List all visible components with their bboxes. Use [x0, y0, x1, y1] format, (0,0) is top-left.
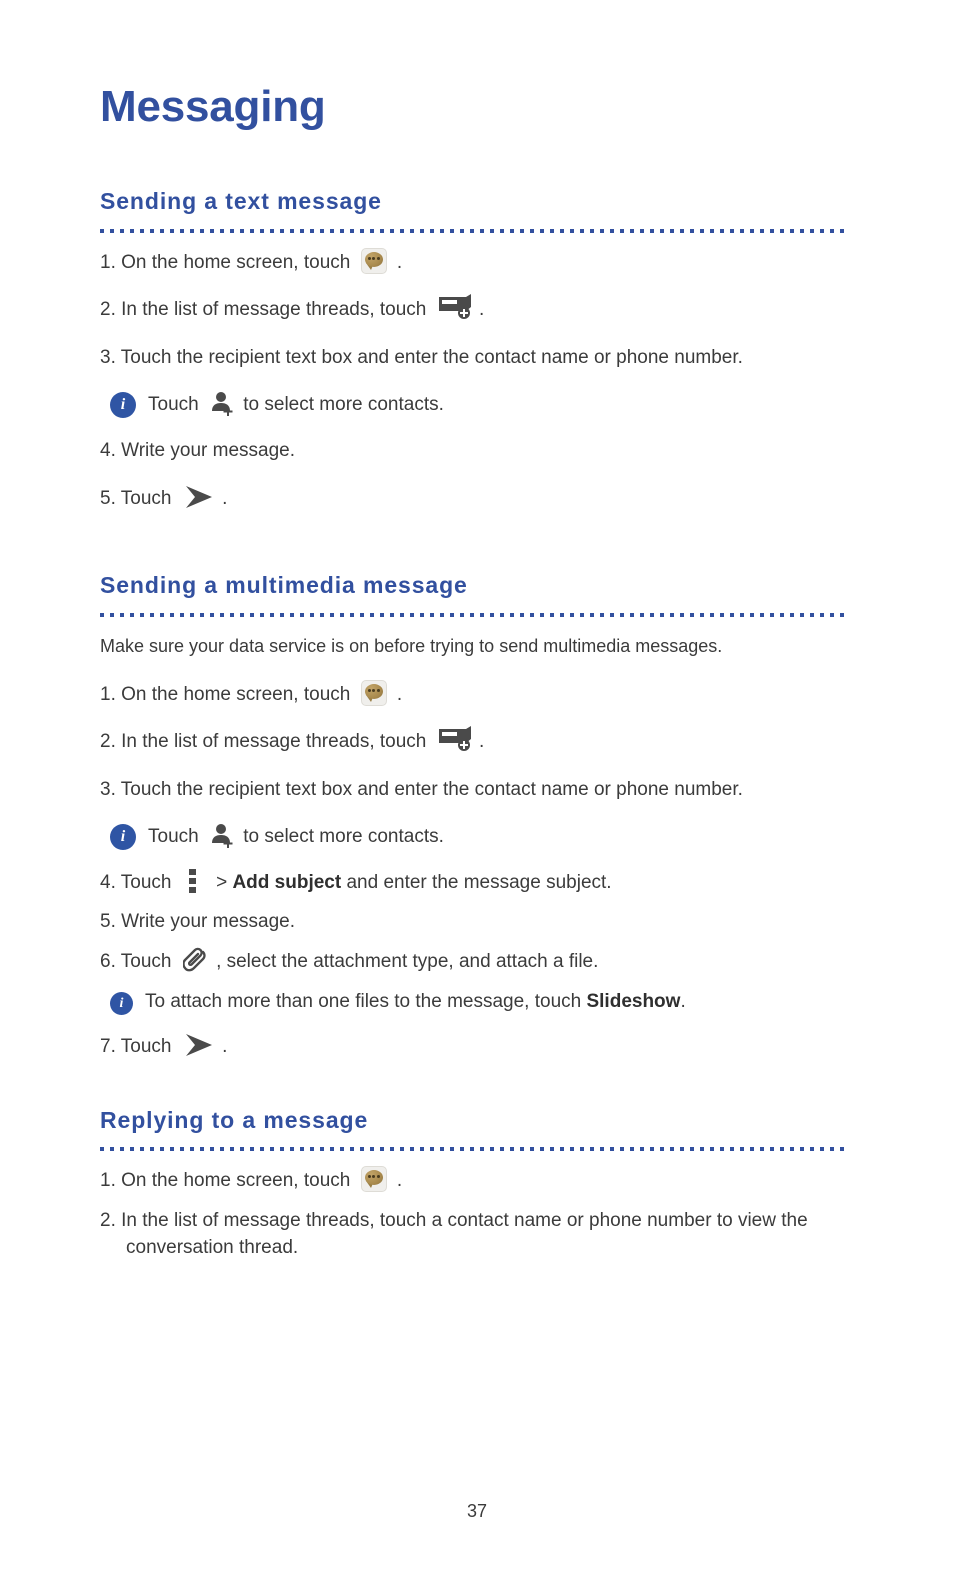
- step-text: In the list of message threads, touch a …: [121, 1209, 808, 1259]
- note-text-after: .: [680, 990, 686, 1012]
- note-text-before: To attach more than one files to the mes…: [145, 990, 582, 1012]
- step-text: On the home screen, touch: [121, 1170, 351, 1192]
- section-replying-to-a-message: Replying to a message 1. On the home scr…: [100, 1107, 854, 1262]
- step-item: 3. Touch the recipient text box and ente…: [100, 344, 854, 372]
- step-text: Touch the recipient text box and enter t…: [120, 346, 743, 368]
- page-number: 37: [466, 1501, 488, 1521]
- step-item: 1. On the home screen, touch .: [100, 1166, 854, 1195]
- section-divider: [100, 1147, 850, 1152]
- step-text: Write your message.: [121, 439, 296, 461]
- step-separator: >: [216, 871, 228, 893]
- step-text: In the list of message threads, touch: [121, 299, 427, 321]
- step-bold-label: Add subject: [232, 871, 342, 893]
- document-page: Messaging Sending a text message 1. On t…: [0, 0, 954, 1577]
- section-heading: Sending a multimedia message: [100, 572, 468, 599]
- note-item: i Touch to select more contacts.: [100, 823, 854, 851]
- step-text: Touch: [120, 951, 172, 973]
- step-number: 3.: [100, 778, 116, 800]
- paperclip-icon: [182, 946, 209, 972]
- step-text-after: .: [478, 731, 485, 753]
- section-intro-text: Make sure your data service is on before…: [100, 635, 723, 656]
- step-text-after: and enter the message subject.: [346, 871, 612, 893]
- page-title: Messaging: [100, 82, 326, 131]
- step-text: On the home screen, touch: [121, 251, 351, 273]
- note-text: Touch to select more contacts.: [148, 391, 444, 419]
- step-item: 4. Write your message.: [100, 437, 854, 465]
- step-text-after: .: [396, 251, 403, 273]
- note-item: i Touch to select more contacts.: [100, 391, 854, 419]
- section-sending-a-text-message: Sending a text message 1. On the home sc…: [100, 188, 854, 512]
- note-bold-label: Slideshow: [586, 990, 681, 1012]
- step-number: 4.: [100, 439, 116, 461]
- info-icon: i: [110, 392, 136, 419]
- step-item: 7. Touch .: [100, 1033, 854, 1061]
- note-text: To attach more than one files to the mes…: [145, 988, 686, 1016]
- step-item: 3. Touch the recipient text box and ente…: [100, 776, 854, 804]
- info-icon: i: [110, 991, 133, 1015]
- step-text: Touch: [120, 487, 172, 509]
- step-item: 2. In the list of message threads, touch…: [100, 726, 854, 756]
- add-contact-icon: [210, 822, 234, 849]
- section-heading: Replying to a message: [100, 1106, 369, 1133]
- messaging-app-icon: [360, 679, 387, 706]
- note-text-before: Touch: [148, 826, 199, 848]
- section-divider: [100, 612, 850, 617]
- step-number: 2.: [100, 1209, 116, 1231]
- note-item: i To attach more than one files to the m…: [100, 988, 854, 1016]
- step-text-after: .: [478, 299, 485, 321]
- note-text-before: Touch: [148, 394, 199, 416]
- step-text: In the list of message threads, touch: [121, 731, 427, 753]
- overflow-menu-icon: [188, 868, 197, 895]
- note-text-after: to select more contacts.: [243, 826, 444, 848]
- messaging-app-icon: [360, 247, 387, 274]
- step-text-after: .: [222, 1036, 228, 1058]
- step-number: 2.: [100, 299, 116, 321]
- step-text: Touch: [120, 871, 172, 893]
- note-text: Touch to select more contacts.: [148, 823, 444, 851]
- send-icon: [183, 1033, 213, 1057]
- step-text-after: .: [222, 487, 228, 509]
- messaging-app-icon: [360, 1166, 387, 1193]
- step-text: On the home screen, touch: [121, 683, 351, 705]
- send-icon: [183, 485, 213, 509]
- new-message-icon: [438, 726, 472, 752]
- new-message-icon: [438, 294, 472, 320]
- step-number: 5.: [100, 911, 116, 933]
- step-number: 7.: [100, 1036, 116, 1058]
- step-number: 4.: [100, 871, 116, 893]
- step-item: 1. On the home screen, touch .: [100, 247, 854, 277]
- step-item: 5. Touch .: [100, 485, 854, 513]
- step-item: 2. In the list of message threads, touch…: [100, 294, 854, 324]
- step-item: 6. Touch , select the attachment type, a…: [100, 946, 854, 976]
- info-icon: i: [110, 824, 136, 851]
- step-number: 1.: [100, 251, 116, 273]
- add-contact-icon: [210, 390, 234, 417]
- step-number: 2.: [100, 731, 116, 753]
- section-heading: Sending a text message: [100, 188, 382, 215]
- step-text-after: .: [396, 683, 403, 705]
- step-text: Write your message.: [121, 911, 296, 933]
- step-text-after: , select the attachment type, and attach…: [216, 951, 599, 973]
- note-text-after: to select more contacts.: [243, 394, 444, 416]
- step-item: 2. In the list of message threads, touch…: [100, 1207, 854, 1262]
- section-divider: [100, 228, 850, 233]
- step-number: 6.: [100, 951, 116, 973]
- step-item: 1. On the home screen, touch .: [100, 679, 854, 709]
- section-sending-a-multimedia-message: Sending a multimedia message Make sure y…: [100, 572, 854, 1061]
- step-text-after: .: [396, 1170, 403, 1192]
- step-number: 3.: [100, 346, 116, 368]
- step-text: Touch: [120, 1036, 172, 1058]
- step-number: 5.: [100, 487, 116, 509]
- step-item: 4. Touch > Add subject and enter the mes…: [100, 868, 854, 897]
- step-item: 5. Write your message.: [100, 908, 854, 936]
- step-number: 1.: [100, 1170, 116, 1192]
- step-text: Touch the recipient text box and enter t…: [120, 778, 743, 800]
- step-number: 1.: [100, 683, 116, 705]
